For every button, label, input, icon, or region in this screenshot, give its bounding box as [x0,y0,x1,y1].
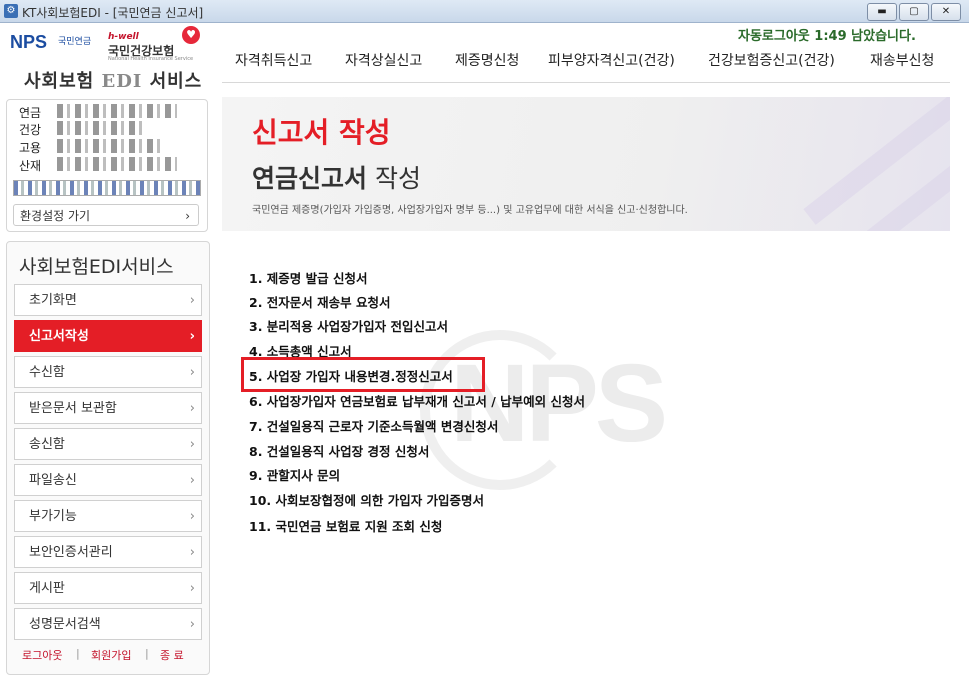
sidebar-item-label: 게시판 [29,581,65,596]
banner-subheading: 연금신고서 작성 [252,159,421,195]
sidebar-item[interactable]: 수신함 › [14,356,202,388]
close-button[interactable]: ✕ [931,3,961,21]
certificate-bar [13,180,201,196]
service-prefix: 사회보험 [24,71,95,92]
document-link[interactable]: 6. 사업장가입자 연금보험료 납부재개 신고서 / 납부예외 신청서 [249,391,585,410]
sidebar-item-label: 신고서작성 [29,329,89,344]
footer-separator: | [145,647,149,660]
logout-link[interactable]: 로그아웃 [22,647,62,663]
autologout-notice: 자동로그아웃 1:49 남았습니다. [738,29,916,44]
sidebar-item-label: 성명문서검색 [29,617,101,632]
banner-heading: 신고서 작성 [252,116,391,149]
sidebar-item[interactable]: 신고서작성 › [14,320,202,352]
top-nav: 자격취득신고 자격상실신고 제증명신청 피부양자격신고(건강) 건강보험증신고(… [222,46,950,83]
document-link[interactable]: 2. 전자문서 재송부 요청서 [249,292,391,311]
sidebar-item-label: 파일송신 [29,473,77,488]
hwell-logo: h-well [108,32,139,42]
redacted-value [57,121,147,135]
user-row-label: 건강 [19,123,42,137]
service-title: 사회보험 EDI 서비스 [24,67,202,93]
chevron-right-icon: › [189,437,195,452]
service-suffix: 서비스 [149,71,203,92]
sidebar-item-label: 송신함 [29,437,65,452]
maximize-button[interactable]: ▢ [899,3,929,21]
document-link[interactable]: 7. 건설일용직 근로자 기준소득월액 변경신청서 [249,416,498,435]
sidebar-item[interactable]: 파일송신 › [14,464,202,496]
sidebar-item[interactable]: 성명문서검색 › [14,608,202,640]
chevron-right-icon: › [189,293,195,308]
chevron-right-icon: › [189,473,195,488]
service-edi: EDI [101,71,143,92]
document-link[interactable]: 9. 관할지사 문의 [249,465,340,484]
chevron-right-icon: › [189,545,195,560]
nav-insurance-card[interactable]: 건강보험증신고(건강) [708,50,835,70]
user-info-box: 연금 건강 고용 산재 환경설정 가기 › [6,99,208,232]
window-title: KT사회보험EDI - [국민연금 신고서] [22,6,204,20]
logo-area: NPS 국민연금 h-well 국민건강보험 National Health I… [0,22,210,94]
banner-sub-bold: 연금신고서 [252,164,368,193]
sidebar-item-label: 받은문서 보관함 [29,401,117,416]
nav-resend[interactable]: 재송부신청 [870,50,934,70]
sidebar-item[interactable]: 송신함 › [14,428,202,460]
document-link[interactable]: 3. 분리적용 사업장가입자 전입신고서 [249,316,448,335]
nps-subtitle: 국민연금 [58,37,92,47]
sidebar-item[interactable]: 초기화면 › [14,284,202,316]
exit-link[interactable]: 종 료 [160,647,184,663]
document-link[interactable]: 11. 국민연금 보험료 지원 조회 신청 [249,516,442,535]
chevron-right-icon: › [189,617,195,632]
selection-highlight-box [241,357,485,392]
user-row-label: 산재 [19,159,42,173]
heart-icon: ♥ [182,26,200,44]
page-banner: 신고서 작성 연금신고서 작성 국민연금 제증명(가입자 가입증명, 사업장가입… [222,97,950,231]
sidebar-item-label: 부가기능 [29,509,77,524]
sidebar-item[interactable]: 부가기능 › [14,500,202,532]
sidebar-item[interactable]: 받은문서 보관함 › [14,392,202,424]
nav-certificate[interactable]: 제증명신청 [455,50,519,70]
side-menu-items: 초기화면 › 신고서작성 › 수신함 › 받은문서 보관함 › 송신함 › 파일송신 › 부가기능 › 보안… [14,284,202,644]
side-menu-title: 사회보험EDI서비스 [19,256,174,278]
document-link[interactable]: 8. 건설일용직 사업장 경정 신청서 [249,441,429,460]
redacted-value [57,104,177,118]
banner-description: 국민연금 제증명(가입자 가입증명, 사업장가입자 명부 등...) 및 고유업… [252,205,688,216]
chevron-right-icon: › [189,581,195,596]
nps-logo: NPS [10,32,48,52]
settings-button[interactable]: 환경설정 가기 › [13,204,199,226]
redacted-value [57,157,177,171]
sidebar-item-label: 보안인증서관리 [29,545,113,560]
side-menu: 사회보험EDI서비스 초기화면 › 신고서작성 › 수신함 › 받은문서 보관함 › 송신함 › 파… [6,241,210,675]
chevron-right-icon: › [189,509,195,524]
nav-acquisition[interactable]: 자격취득신고 [235,50,312,70]
minimize-button[interactable]: ▬ [867,3,897,21]
document-link[interactable]: 1. 제증명 발급 신청서 [249,268,368,287]
user-row-label: 연금 [19,106,42,120]
banner-sub-rest: 작성 [367,164,421,193]
sidebar-item[interactable]: 게시판 › [14,572,202,604]
footer-separator: | [76,647,80,660]
chevron-right-icon: › [189,329,195,344]
redacted-value [57,139,162,153]
sidebar-item-label: 초기화면 [29,293,77,308]
app-icon: ⚙ [4,4,18,18]
chevron-right-icon: › [189,365,195,380]
chevron-right-icon: › [185,209,190,223]
window-titlebar: ⚙ KT사회보험EDI - [국민연금 신고서] ▬ ▢ ✕ [0,0,969,23]
nav-dependent[interactable]: 피부양자격신고(건강) [548,50,675,70]
user-row-label: 고용 [19,141,42,155]
join-link[interactable]: 회원가입 [91,647,131,663]
chevron-right-icon: › [189,401,195,416]
document-link[interactable]: 10. 사회보장협정에 의한 가입자 가입증명서 [249,490,484,509]
sidebar-item[interactable]: 보안인증서관리 › [14,536,202,568]
settings-label: 환경설정 가기 [20,209,91,223]
nhis-subtitle: National Health Insurance Service [108,56,194,62]
sidebar-item-label: 수신함 [29,365,65,380]
nav-loss[interactable]: 자격상실신고 [345,50,422,70]
